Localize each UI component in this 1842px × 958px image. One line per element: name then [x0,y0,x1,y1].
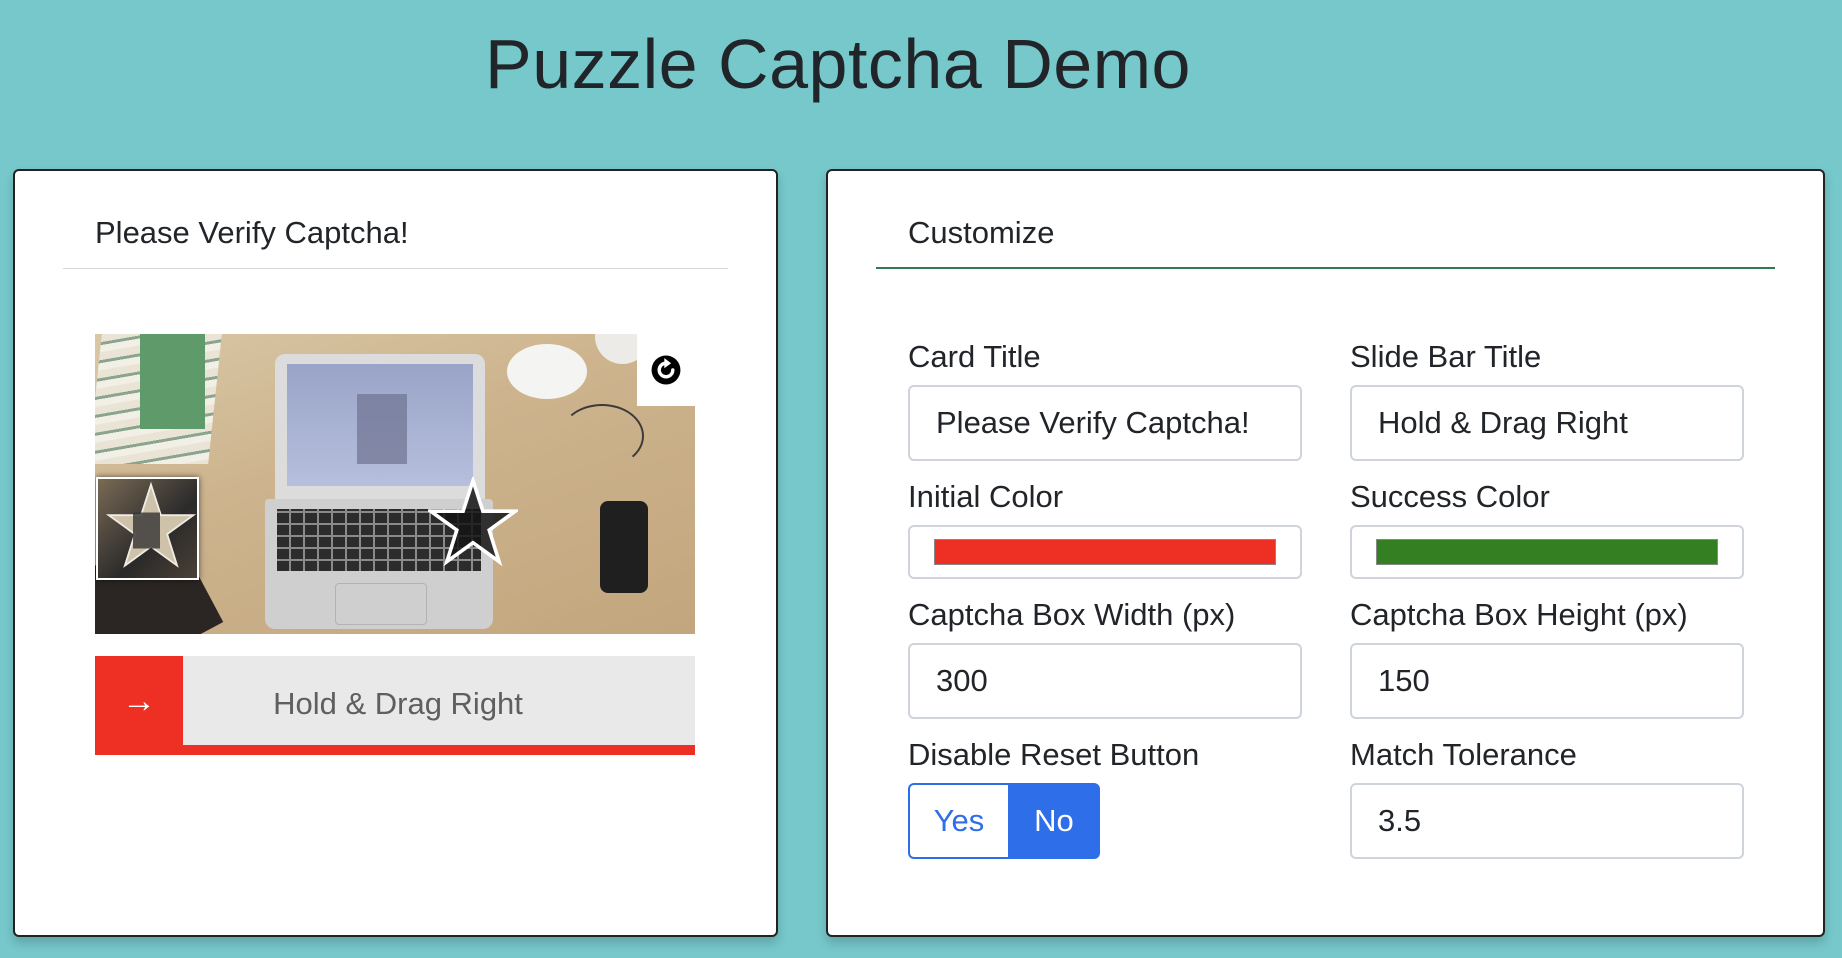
captcha-box-height-label: Captcha Box Height (px) [1350,597,1688,632]
yes-button[interactable]: Yes [908,783,1010,859]
success-color-swatch [1376,539,1718,565]
initial-color-swatch [934,539,1276,565]
refresh-icon [651,355,681,385]
customize-card-title: Customize [908,215,1055,250]
success-color-label: Success Color [1350,479,1550,514]
slide-handle[interactable]: → [95,656,183,745]
slide-bar-title-input[interactable] [1350,385,1744,461]
book-decoration [140,334,205,429]
star-outline-icon [425,474,521,567]
trackpad-decoration [335,583,427,625]
match-tolerance-input[interactable] [1350,783,1744,859]
puzzle-star-icon [106,481,196,568]
captcha-card: Please Verify Captcha! Hold & Drag Right… [13,169,778,937]
cable-decoration [560,404,644,468]
card-title-label: Card Title [908,339,1041,374]
slide-progress-bar [95,745,695,755]
slide-bar-title: Hold & Drag Right [273,686,523,721]
captcha-box-width-input[interactable] [908,643,1302,719]
no-button[interactable]: No [1008,783,1100,859]
disable-reset-button-label: Disable Reset Button [908,737,1200,772]
customize-card: Customize Card Title Slide Bar Title Ini… [826,169,1825,937]
slide-bar-title-label: Slide Bar Title [1350,339,1542,374]
captcha-box-width-label: Captcha Box Width (px) [908,597,1236,632]
puzzle-piece[interactable] [96,477,199,580]
laptop-screen-figure [357,394,407,464]
page-title: Puzzle Captcha Demo [485,25,1191,103]
match-tolerance-label: Match Tolerance [1350,737,1577,772]
laptop-display [287,364,473,486]
phone-decoration [600,501,648,593]
captcha-card-header: Please Verify Captcha! [63,211,728,269]
captcha-card-title: Please Verify Captcha! [95,215,409,250]
captcha-box-height-input[interactable] [1350,643,1744,719]
disable-reset-toggle: Yes No [908,783,1100,859]
customize-card-header: Customize [876,211,1775,269]
captcha-image [95,334,695,634]
initial-color-picker[interactable] [908,525,1302,579]
success-color-picker[interactable] [1350,525,1744,579]
arrow-right-icon: → [122,681,156,720]
reset-button[interactable] [637,334,695,406]
mouse-decoration [507,344,587,399]
slide-bar[interactable]: Hold & Drag Right → [95,656,695,755]
initial-color-label: Initial Color [908,479,1064,514]
card-title-input[interactable] [908,385,1302,461]
